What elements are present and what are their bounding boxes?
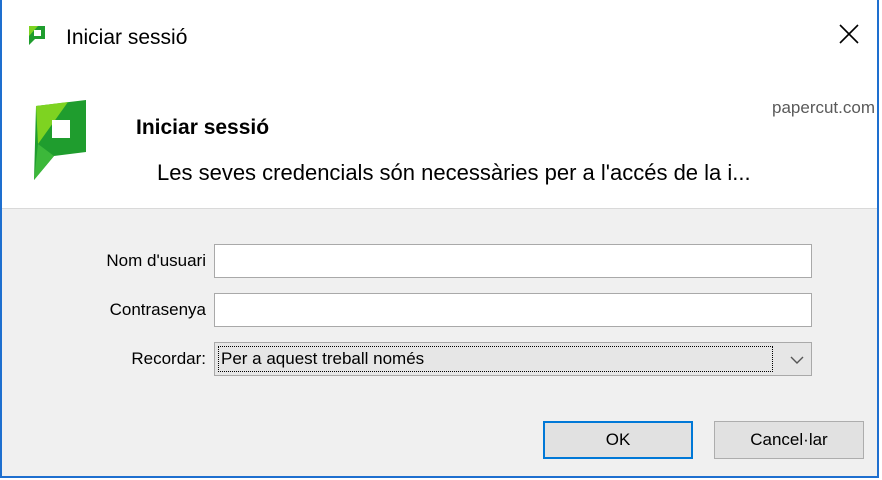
- ok-button[interactable]: OK: [543, 421, 693, 459]
- password-label: Contrasenya: [109, 300, 206, 319]
- username-input[interactable]: [214, 244, 812, 278]
- header-domain: papercut.com: [772, 98, 875, 117]
- title-bar: Iniciar sessió: [2, 0, 877, 82]
- remember-label: Recordar:: [131, 349, 206, 368]
- login-dialog: Iniciar sessió Iniciar sessió papercut.c…: [0, 0, 879, 478]
- credentials-message: Les seves credencials són necessàries pe…: [157, 160, 751, 185]
- papercut-logo-icon: [26, 24, 48, 46]
- cancel-button[interactable]: Cancel·lar: [714, 421, 864, 459]
- remember-select[interactable]: Per a aquest treball només: [214, 342, 812, 376]
- chevron-down-icon: [789, 352, 805, 368]
- header-title: Iniciar sessió: [136, 116, 270, 139]
- close-icon: [838, 23, 860, 50]
- window-title: Iniciar sessió: [66, 26, 188, 49]
- login-form: Nom d'usuari Contrasenya Recordar: Per a…: [2, 208, 877, 476]
- password-input[interactable]: [214, 293, 812, 327]
- papercut-logo: [32, 100, 90, 180]
- remember-selected-value: Per a aquest treball només: [218, 346, 773, 372]
- username-label: Nom d'usuari: [106, 251, 206, 270]
- close-button[interactable]: [829, 16, 869, 56]
- dialog-header: Iniciar sessió papercut.com Les seves cr…: [2, 82, 877, 208]
